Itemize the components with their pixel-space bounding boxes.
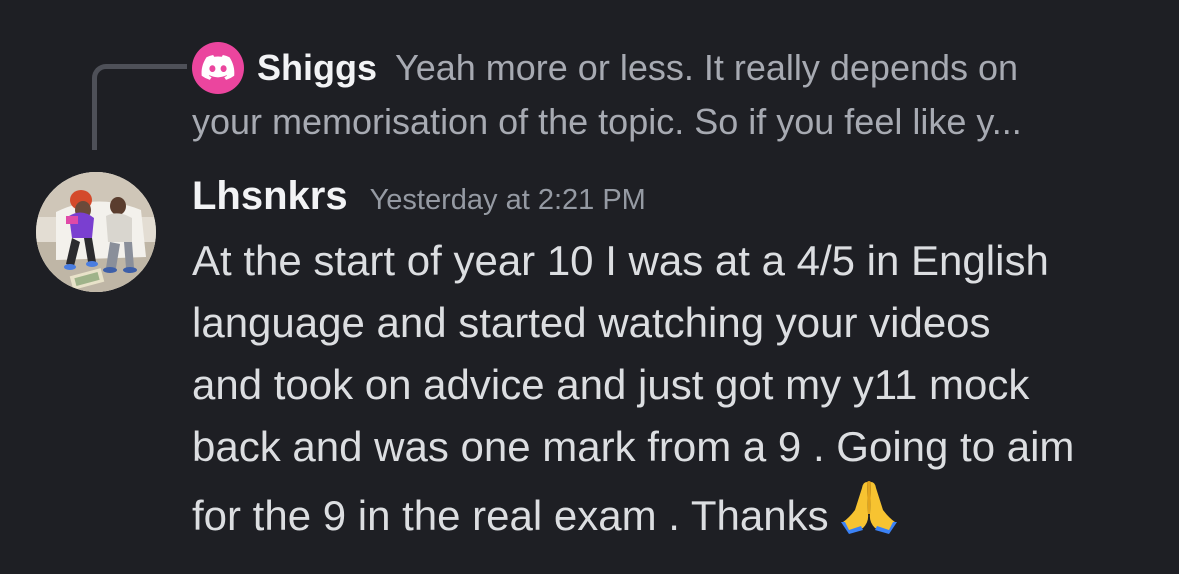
reply-line-1: Shiggs Yeah more or less. It really depen…	[257, 44, 1018, 92]
message-header: Lhsnkrs Yesterday at 2:21 PM	[192, 170, 646, 226]
reply-text-continued: your memorisation of the topic. So if yo…	[192, 101, 1022, 142]
user-photo-avatar	[36, 172, 156, 292]
message-timestamp[interactable]: Yesterday at 2:21 PM	[370, 184, 646, 216]
reply-connector	[92, 64, 187, 150]
message-line-text: for the 9 in the real exam . Thanks	[192, 492, 829, 539]
message-author[interactable]: Lhsnkrs	[192, 174, 348, 218]
message-content: At the start of year 10 I was at a 4/5 i…	[192, 230, 1162, 547]
folded-hands-emoji[interactable]	[839, 478, 899, 536]
reply-author[interactable]: Shiggs	[257, 47, 377, 88]
chat-message: Shiggs Yeah more or less. It really depen…	[0, 0, 1179, 574]
message-line: At the start of year 10 I was at a 4/5 i…	[192, 237, 1049, 284]
avatar[interactable]	[36, 172, 156, 292]
message-line-last: for the 9 in the real exam . Thanks	[192, 478, 1162, 547]
message-line: back and was one mark from a 9 . Going t…	[192, 423, 1075, 470]
discord-logo-icon	[192, 42, 244, 94]
message-line: and took on advice and just got my y11 m…	[192, 361, 1030, 408]
message-line: language and started watching your video…	[192, 299, 991, 346]
reply-text: Yeah more or less. It really depends on	[395, 47, 1019, 88]
